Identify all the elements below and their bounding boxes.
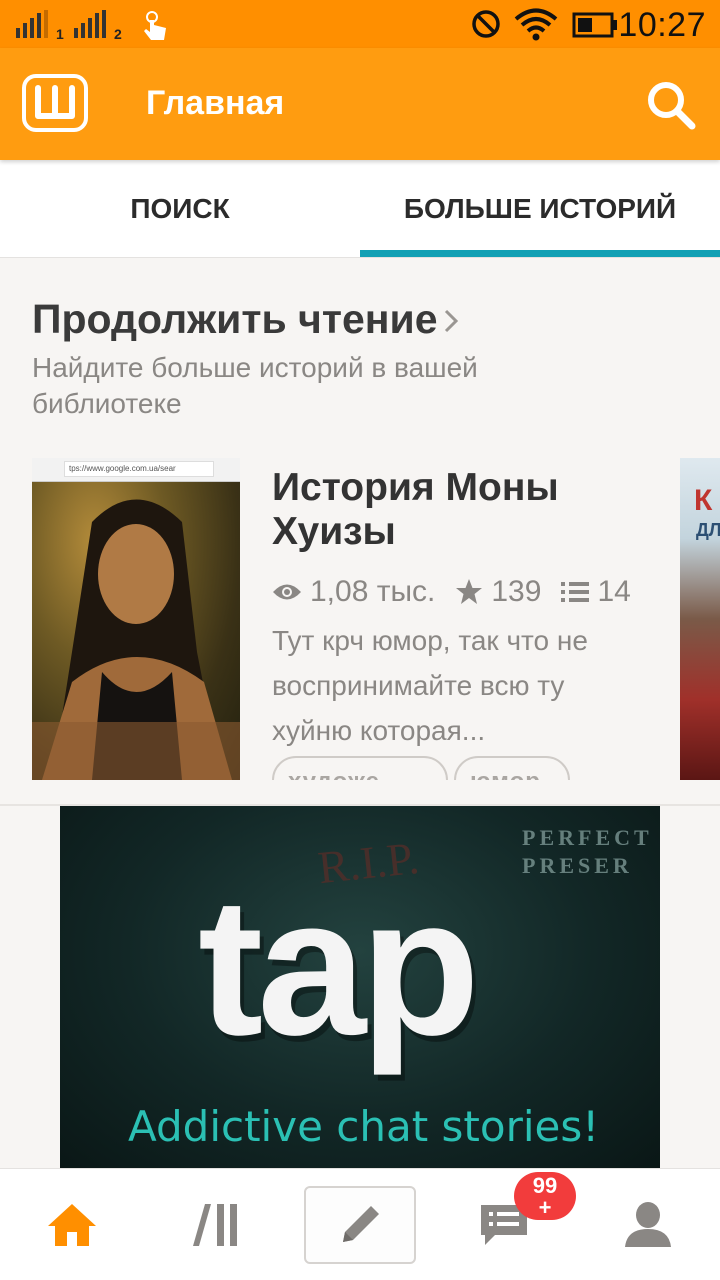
tab-search[interactable]: ПОИСК (0, 160, 360, 258)
page-title: Главная (146, 84, 285, 122)
library-icon (193, 1204, 237, 1246)
wattpad-logo-icon[interactable] (22, 74, 88, 132)
tap-logo: tap (198, 857, 480, 1076)
nav-write[interactable] (288, 1169, 432, 1280)
ad-tagline: Addictive chat stories! (128, 1102, 600, 1151)
votes-stat: 139 (455, 575, 541, 609)
cover-browser-bar: tps://www.google.com.ua/sear (32, 458, 240, 482)
wifi-icon (514, 8, 558, 41)
do-not-disturb-icon (472, 10, 500, 38)
star-icon (456, 579, 483, 604)
story-description: Тут крч юмор, так что не воспринимайте в… (272, 625, 588, 746)
list-icon (561, 582, 590, 602)
parts-count: 14 (597, 575, 631, 608)
search-icon[interactable] (644, 78, 698, 132)
nav-library[interactable] (144, 1169, 288, 1280)
status-bar: 1 2 10:27 (0, 0, 720, 48)
cover-url: tps://www.google.com.ua/sear (64, 461, 214, 477)
tab-more-stories[interactable]: БОЛЬШЕ ИСТОРИЙ (360, 160, 720, 258)
tag-row: художе... юмор (272, 756, 652, 780)
parts-stat: 14 (561, 575, 631, 609)
continue-reading-subtitle: Найдите больше историй в вашей библиотек… (32, 352, 478, 419)
story-cover[interactable]: tps://www.google.com.ua/sear (32, 458, 240, 780)
home-icon (48, 1204, 96, 1246)
battery-icon (572, 12, 617, 38)
next-story-cover[interactable]: К ДЛ (680, 458, 720, 780)
sim2-label: 2 (114, 26, 122, 42)
profile-icon (625, 1202, 671, 1247)
chevron-right-icon[interactable] (442, 308, 460, 334)
story-stats: 1,08 тыс. 139 14 (272, 572, 672, 612)
next-cover-sub: ДЛ (696, 520, 720, 540)
pencil-icon (343, 1206, 379, 1242)
tab-bar: ПОИСК БОЛЬШЕ ИСТОРИЙ (0, 160, 720, 258)
signal-icon (16, 10, 48, 38)
story-title[interactable]: История Моны Хуизы (272, 466, 632, 554)
logo-letter-icon (35, 85, 75, 119)
nav-profile[interactable] (576, 1169, 720, 1280)
ad-banner[interactable]: R.I.P. PERFECT PRESER tap Addictive chat … (60, 806, 660, 1168)
app-bar: Главная (0, 48, 720, 160)
reads-stat: 1,08 тыс. (272, 575, 435, 609)
next-cover-letter: К (694, 484, 713, 517)
badge-plus: + (538, 1195, 552, 1220)
tag-chip[interactable]: юмор (454, 756, 570, 780)
reads-count: 1,08 тыс. (310, 575, 436, 608)
active-tab-indicator (360, 250, 720, 257)
eye-icon (273, 584, 301, 600)
bottom-nav (0, 1168, 720, 1280)
write-button[interactable] (304, 1186, 416, 1264)
continue-reading-title[interactable]: Продолжить чтение (32, 296, 438, 343)
tag-chip[interactable]: художе... (272, 756, 448, 780)
cover-image (32, 482, 240, 780)
votes-count: 139 (491, 575, 542, 608)
nav-home[interactable] (0, 1169, 144, 1280)
ad-perfect-text: PERFECT PRESER (522, 825, 653, 878)
portrait-image (32, 499, 240, 780)
notification-badge: 99 + (514, 1172, 576, 1220)
clock: 10:27 (618, 6, 706, 44)
touch-icon (144, 11, 166, 40)
sim1-label: 1 (56, 26, 64, 42)
signal-icon (74, 10, 106, 38)
